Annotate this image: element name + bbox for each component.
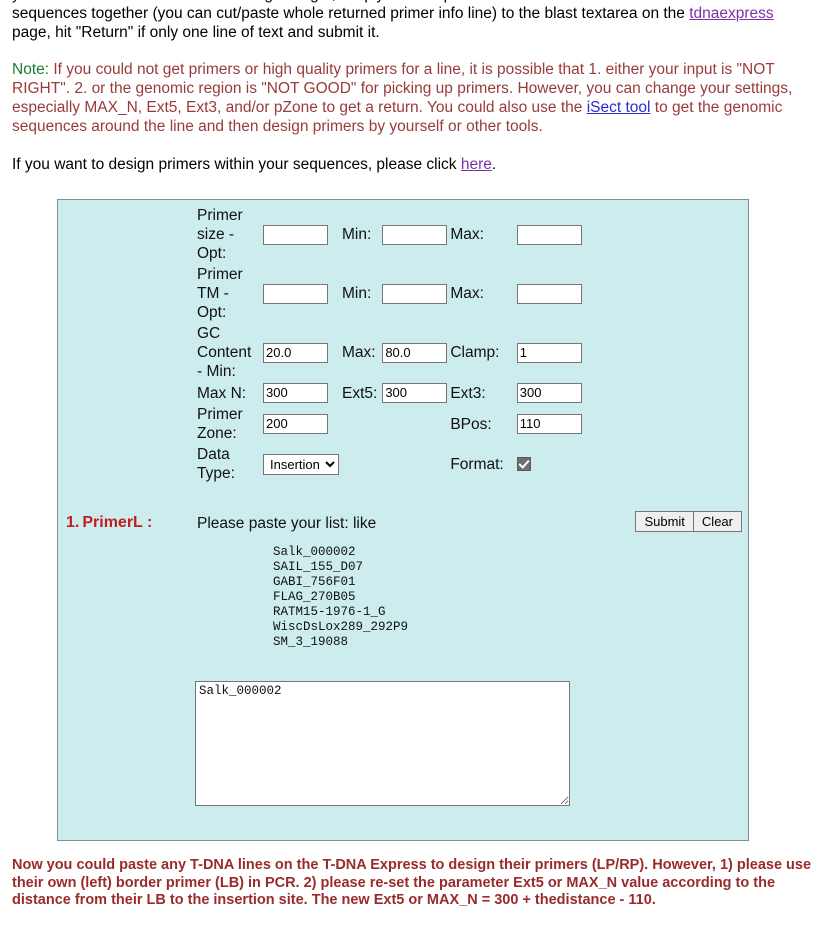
primer-size-opt-input[interactable]: [263, 224, 328, 245]
primer-zone-cell: [263, 404, 339, 444]
gc-content-label: GC Content - Min:: [197, 325, 252, 380]
spacer-4: [509, 382, 517, 404]
primerl-title-text: PrimerL :: [82, 514, 153, 531]
primerl-number: 1.: [66, 514, 80, 531]
primer-zone-blank-2: [382, 404, 447, 444]
isect-tool-link[interactable]: iSect tool: [587, 99, 651, 116]
format-checkbox-cell: [516, 444, 582, 484]
spacer-1: [509, 205, 517, 264]
data-type-blank-2: [382, 444, 447, 484]
clear-button[interactable]: Clear: [692, 511, 742, 532]
row-gc-content: GC Content - Min: Max: Clamp:: [197, 323, 582, 382]
ext3-cell: [516, 382, 582, 404]
ext5-input[interactable]: [382, 383, 448, 403]
format-checkbox[interactable]: [516, 457, 531, 472]
here-text-before: If you want to design primers within you…: [12, 156, 461, 173]
primer-zone-label: Primer Zone:: [197, 406, 243, 442]
primer-size-label: Primer size - Opt:: [197, 207, 243, 262]
primer-size-min-label: Min:: [342, 226, 372, 243]
data-type-blank-1: [339, 444, 382, 484]
form-buttons: Submit Clear: [635, 511, 742, 532]
footer-note: Now you could paste any T-DNA lines on t…: [12, 857, 812, 908]
intro-paragraph-1: sequences together (you can cut/paste wh…: [12, 4, 813, 42]
intro-cutoff-text: you want to confirm whether the design i…: [12, 0, 586, 3]
max-n-cell: [263, 382, 339, 404]
note-paragraph: Note: If you could not get primers or hi…: [12, 60, 813, 136]
gc-clamp-label: Clamp:: [450, 344, 500, 361]
gc-clamp-cell: [516, 323, 582, 382]
max-n-label: Max N:: [197, 384, 247, 402]
parameters-table: Primer size - Opt: Min: Max: Primer TM -…: [197, 205, 582, 484]
primer-tm-max-cell: [516, 264, 582, 323]
primer-zone-blank-1: [339, 404, 382, 444]
data-type-select-cell: Insertion: [263, 444, 339, 484]
gc-max-cell: [382, 323, 448, 382]
submit-button[interactable]: Submit: [635, 511, 694, 532]
primer-size-max-input[interactable]: [516, 224, 582, 245]
gc-clamp-input[interactable]: [516, 342, 582, 363]
primerl-title: 1. PrimerL :: [66, 514, 152, 532]
row-primer-size: Primer size - Opt: Min: Max:: [197, 205, 582, 264]
primer-tm-opt-cell: [263, 264, 339, 323]
paste-instruction: Please paste your list: like: [197, 515, 377, 532]
gc-content-max-label: Max:: [342, 344, 376, 361]
bpos-input[interactable]: [516, 414, 582, 434]
row-data-type: Data Type: Insertion Format:: [197, 444, 582, 484]
gc-content-max-input[interactable]: [382, 342, 448, 363]
gc-min-cell: [263, 323, 339, 382]
primer-tm-max-label: Max:: [450, 285, 484, 302]
spacer-6: [509, 444, 517, 484]
primer-tm-min-input[interactable]: [382, 283, 448, 304]
primer-tm-min-label: Min:: [342, 285, 372, 302]
design-primers-paragraph: If you want to design primers within you…: [12, 155, 813, 174]
primer-size-opt-cell: [263, 205, 339, 264]
primer-size-max-label: Max:: [450, 226, 484, 243]
spacer-3: [509, 323, 517, 382]
gc-content-min-input[interactable]: [263, 342, 328, 363]
ext5-cell: [382, 382, 448, 404]
intro-para1-after: page, hit "Return" if only one line of t…: [12, 24, 380, 41]
primer-tm-opt-input[interactable]: [263, 283, 328, 304]
ext3-label: Ext3:: [450, 384, 486, 402]
primer-tm-max-input[interactable]: [516, 283, 582, 304]
ext3-input[interactable]: [516, 383, 582, 403]
page-body: you want to confirm whether the design i…: [0, 0, 825, 174]
primer-size-min-input[interactable]: [382, 224, 448, 245]
ext5-label: Ext5:: [342, 384, 378, 402]
tdnaexpress-link[interactable]: tdnaexpress: [689, 5, 773, 22]
data-type-label: Data Type:: [197, 446, 235, 482]
primer-tm-min-cell: [382, 264, 448, 323]
row-primer-tm: Primer TM - Opt: Min: Max:: [197, 264, 582, 323]
row-primer-zone: Primer Zone: BPos:: [197, 404, 582, 444]
here-text-after: .: [491, 156, 497, 173]
bpos-label: BPos:: [450, 415, 492, 433]
intro-para1-before: sequences together (you can cut/paste wh…: [12, 5, 690, 22]
bpos-cell: [516, 404, 582, 444]
primer-parameters-panel: Primer size - Opt: Min: Max: Primer TM -…: [57, 199, 749, 841]
primer-tm-label: Primer TM - Opt:: [197, 266, 243, 321]
note-label: Note:: [12, 61, 50, 78]
spacer-2: [509, 264, 517, 323]
max-n-input[interactable]: [263, 383, 328, 403]
data-type-select[interactable]: Insertion: [263, 453, 339, 475]
paste-area-wrap: [195, 681, 570, 810]
tdna-lines-textarea[interactable]: [195, 681, 570, 806]
primer-size-min-cell: [382, 205, 448, 264]
spacer-5: [509, 404, 517, 444]
here-link[interactable]: here: [461, 156, 492, 173]
primer-zone-input[interactable]: [263, 414, 328, 434]
row-max-n: Max N: Ext5: Ext3:: [197, 382, 582, 404]
primer-size-max-cell: [516, 205, 582, 264]
sample-line-list: Salk_000002 SAIL_155_D07 GABI_756F01 FLA…: [273, 545, 409, 649]
format-label: Format:: [450, 455, 504, 473]
